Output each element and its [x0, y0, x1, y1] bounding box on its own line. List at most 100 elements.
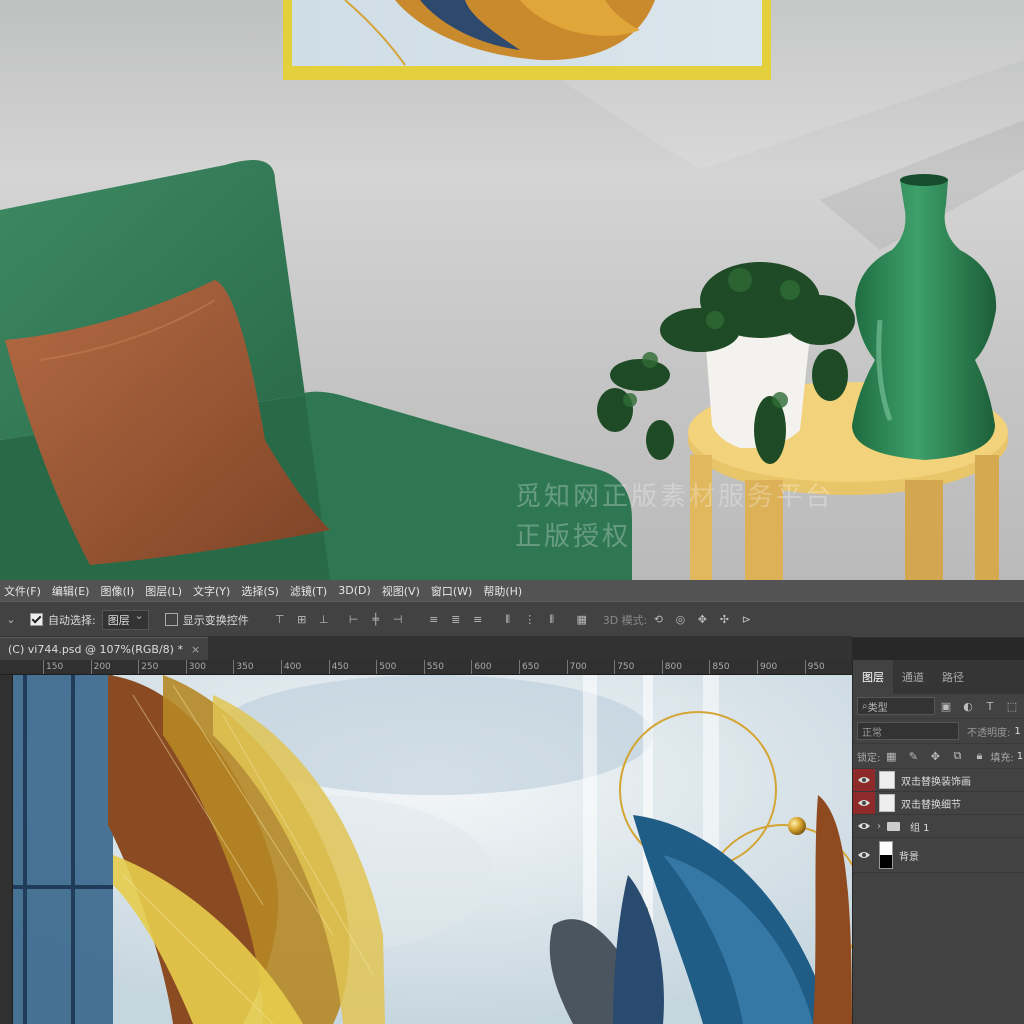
- tab-channels[interactable]: 通道: [893, 669, 933, 685]
- blend-row: 正常 不透明度: 1: [853, 719, 1024, 744]
- watermark-text-2: 正版授权: [515, 522, 632, 552]
- menu-item[interactable]: 文件(F): [0, 583, 48, 599]
- 3d-scale-icon[interactable]: ⊳: [738, 612, 754, 628]
- menu-item[interactable]: 选择(S): [237, 583, 286, 599]
- ruler-tick-label: 400: [284, 662, 302, 672]
- menu-item[interactable]: 视图(V): [378, 583, 427, 599]
- eye-icon[interactable]: [853, 815, 875, 837]
- horizontal-ruler: 150 200 250 300 350 400 450 500 550 600 650 700 750 8…: [0, 660, 852, 675]
- auto-align-icon[interactable]: ▦: [574, 612, 590, 628]
- ruler-mark: [328, 660, 330, 674]
- ruler-tick-label: 550: [426, 662, 444, 672]
- ruler-mark: [43, 660, 44, 674]
- lock-row: 锁定: ▦ ✎ ✥ ⧉ 🔒︎ 填充: 1: [853, 744, 1024, 769]
- ruler-mark: [661, 660, 663, 674]
- mockup-preview: 觅知网正版素材服务平台 正版授权: [0, 0, 1024, 580]
- distribute-hcenter-icon[interactable]: ⋮: [522, 612, 538, 628]
- close-icon[interactable]: ×: [191, 643, 200, 656]
- distribute-top-icon[interactable]: ≡: [426, 612, 442, 628]
- tab-layers[interactable]: 图层: [853, 660, 893, 694]
- menu-item[interactable]: 帮助(H): [479, 583, 529, 599]
- type-filter-icon[interactable]: T: [982, 698, 998, 714]
- ruler-mark: [376, 660, 378, 674]
- align-hcenter-icon[interactable]: ╪: [368, 612, 384, 628]
- blend-mode-dropdown[interactable]: 正常: [857, 722, 959, 740]
- auto-select-dropdown[interactable]: 图层: [101, 609, 149, 630]
- ruler-mark: [757, 660, 758, 674]
- lock-all-icon[interactable]: 🔒︎: [971, 748, 987, 764]
- ruler-mark: [614, 660, 616, 674]
- ruler-tick-label: 900: [760, 662, 778, 672]
- align-vcenter-icon[interactable]: ⊞: [294, 612, 310, 628]
- eye-icon[interactable]: [853, 769, 875, 791]
- lock-transparent-icon[interactable]: ▦: [883, 748, 899, 764]
- align-top-icon[interactable]: ⊤: [272, 612, 288, 628]
- layer-row[interactable]: › 组 1: [853, 815, 1024, 838]
- distribute-bottom-icon[interactable]: ≡: [470, 612, 486, 628]
- document-tab[interactable]: (C) vi744.psd @ 107%(RGB/8) * ×: [0, 637, 209, 660]
- chevron-down-icon[interactable]: ⌄: [3, 612, 19, 628]
- menu-item[interactable]: 滤镜(T): [286, 583, 334, 599]
- fill-value[interactable]: 1: [1017, 751, 1023, 762]
- lock-artboard-icon[interactable]: ⧉: [949, 748, 965, 764]
- layer-row[interactable]: 双击替换装饰画: [853, 769, 1024, 792]
- 3d-rotate-icon[interactable]: ⟲: [650, 612, 666, 628]
- shape-filter-icon[interactable]: ⬚: [1004, 698, 1020, 714]
- ruler-tick-label: 700: [569, 662, 587, 672]
- distribute-vcenter-icon[interactable]: ≣: [448, 612, 464, 628]
- ruler-tick-label: 450: [331, 662, 349, 672]
- ruler-mark: [709, 660, 711, 674]
- menu-item[interactable]: 3D(D): [334, 584, 378, 597]
- eye-icon[interactable]: [853, 844, 875, 866]
- lock-move-icon[interactable]: ✥: [927, 748, 943, 764]
- opacity-value[interactable]: 1: [1014, 726, 1020, 737]
- auto-select-checkbox[interactable]: [30, 613, 43, 626]
- chevron-right-icon[interactable]: ›: [877, 821, 881, 832]
- document-canvas[interactable]: [13, 675, 852, 1024]
- ruler-tick-label: 250: [141, 662, 159, 672]
- menu-item[interactable]: 窗口(W): [427, 583, 479, 599]
- ruler-mark: [519, 660, 520, 674]
- ruler-mark: [566, 660, 568, 674]
- artwork-canvas: [13, 675, 852, 1024]
- menu-bar: 文件(F) 编辑(E) 图像(I) 图层(L) 文字(Y) 选择(S) 滤镜(T) 3D(D)…: [0, 580, 1024, 601]
- ruler-tick-label: 500: [379, 662, 397, 672]
- ruler-tick-label: 850: [712, 662, 730, 672]
- layer-filter-dropdown[interactable]: ⌕ 类型: [857, 697, 935, 715]
- adjustment-filter-icon[interactable]: ◐: [960, 698, 976, 714]
- menu-item[interactable]: 图像(I): [96, 583, 141, 599]
- ruler-mark: [281, 660, 282, 674]
- show-transform-label: 显示变换控件: [182, 613, 249, 627]
- vertical-ruler: [0, 675, 13, 1024]
- ruler-tick-label: 200: [93, 662, 111, 672]
- layer-name: 背景: [899, 851, 919, 863]
- lock-paint-icon[interactable]: ✎: [905, 748, 921, 764]
- layer-row[interactable]: 双击替换细节: [853, 792, 1024, 815]
- image-filter-icon[interactable]: ▣: [938, 698, 954, 714]
- layer-row[interactable]: 背景: [853, 838, 1024, 873]
- ruler-tick-label: 800: [664, 662, 682, 672]
- menu-item[interactable]: 编辑(E): [48, 583, 97, 599]
- 3d-slide-icon[interactable]: ✣: [716, 612, 732, 628]
- align-right-icon[interactable]: ⊣: [390, 612, 406, 628]
- align-bottom-icon[interactable]: ⊥: [316, 612, 332, 628]
- menu-item[interactable]: 图层(L): [141, 583, 189, 599]
- menu-item[interactable]: 文字(Y): [189, 583, 237, 599]
- distribute-right-icon[interactable]: ⫴: [544, 612, 560, 628]
- ruler-mark: [471, 660, 473, 674]
- 3d-roll-icon[interactable]: ◎: [672, 612, 688, 628]
- watermark-text: 觅知网正版素材服务平台: [515, 482, 835, 512]
- tab-paths[interactable]: 路径: [933, 669, 973, 685]
- distribute-left-icon[interactable]: ⫴: [500, 612, 516, 628]
- layer-filter-row: ⌕ 类型 ▣ ◐ T ⬚: [853, 694, 1024, 719]
- align-left-icon[interactable]: ⊢: [346, 612, 362, 628]
- 3d-drag-icon[interactable]: ✥: [694, 612, 710, 628]
- show-transform-checkbox[interactable]: [164, 613, 178, 626]
- opacity-label: 不透明度:: [967, 727, 1011, 739]
- document-tab-title: (C) vi744.psd @ 107%(RGB/8) *: [8, 642, 183, 656]
- eye-icon[interactable]: [853, 792, 875, 814]
- smart-object-icon: [879, 794, 895, 812]
- ruler-mark: [423, 660, 425, 674]
- layers-panel: 图层 通道 路径 ⌕ 类型 ▣ ◐ T ⬚ 正常 不透明度: 1 锁定: ▦ ✎…: [852, 660, 1024, 1024]
- ruler-tick-label: 650: [522, 662, 540, 672]
